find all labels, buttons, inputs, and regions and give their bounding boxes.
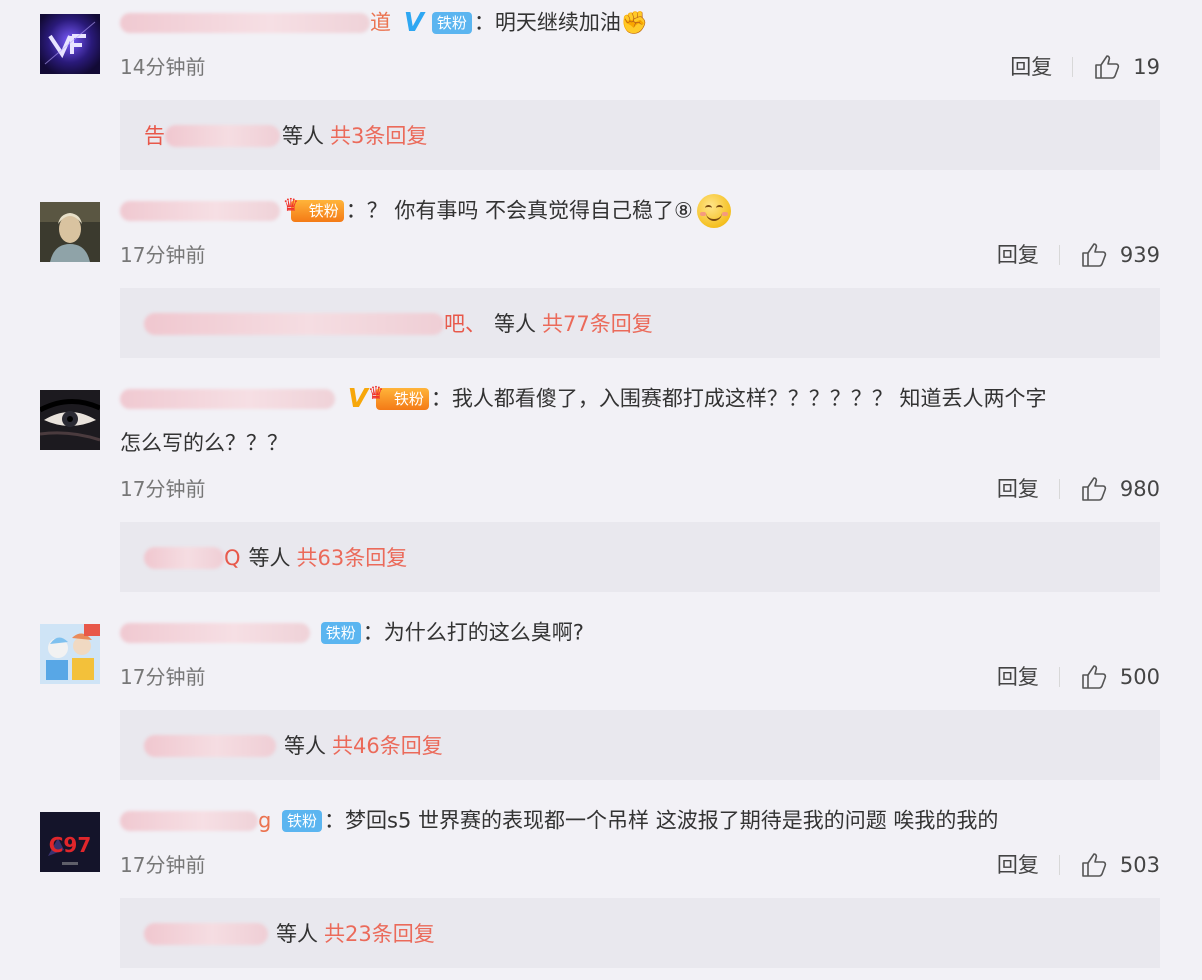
like-count: 980: [1119, 477, 1160, 501]
and-others-label: 等人: [284, 734, 326, 758]
thumbs-up-icon[interactable]: [1093, 53, 1121, 81]
user-avatar[interactable]: [40, 202, 100, 262]
muscle-emoji-icon: ✊: [620, 10, 649, 36]
user-avatar[interactable]: [40, 14, 100, 74]
divider: [1058, 667, 1060, 687]
like-count: 503: [1119, 853, 1160, 877]
reply-total-link[interactable]: 共3条回复: [330, 124, 427, 148]
username-blurred[interactable]: [120, 201, 280, 221]
comment-text: 为什么打的这么臭啊?: [383, 620, 584, 645]
divider: [1072, 57, 1074, 77]
reply-summary[interactable]: 等人 共23条回复: [120, 898, 1160, 968]
comment-time: 17分钟前: [120, 477, 206, 501]
fan-badge: 铁粉: [282, 810, 323, 832]
reply-summary[interactable]: 告 等人 共3条回复: [120, 100, 1160, 170]
username-blurred[interactable]: [120, 623, 310, 643]
fan-badge: 铁粉: [320, 622, 361, 644]
comment-time: 14分钟前: [120, 55, 206, 79]
divider: [1058, 479, 1060, 499]
like-count: 939: [1119, 243, 1160, 267]
thumbs-up-icon[interactable]: [1080, 663, 1108, 691]
comment-text: 我人都看傻了，入围赛都打成这样？？？？？？ 知道丢人两个字: [451, 386, 1047, 411]
avatar-image: [40, 202, 100, 262]
reply-summary[interactable]: 吧、 等人 共77条回复: [120, 288, 1160, 358]
thumbs-up-icon[interactable]: [1080, 241, 1108, 269]
reply-names-blurred: [144, 735, 276, 757]
user-avatar[interactable]: C97: [40, 812, 100, 872]
and-others-label: 等人: [282, 124, 324, 148]
reply-names: 吧、: [444, 312, 486, 336]
avatar-image: [40, 390, 100, 450]
divider: [1058, 855, 1060, 875]
reply-button[interactable]: 回复: [1010, 52, 1052, 82]
reply-names: Q: [224, 546, 241, 570]
fan-badge: ♛ 铁粉: [283, 195, 344, 222]
reply-names-blurred: [144, 547, 224, 569]
crown-icon: ♛: [282, 195, 299, 216]
reply-names-blurred: [144, 313, 444, 335]
avatar-image: [40, 624, 100, 684]
reply-total-link[interactable]: 共46条回复: [332, 734, 443, 758]
reply-total-link[interactable]: 共63条回复: [297, 546, 408, 570]
username-blurred[interactable]: [120, 811, 258, 831]
like-count: 500: [1119, 665, 1160, 689]
comment-time: 17分钟前: [120, 853, 206, 877]
fan-badge: ♛ 铁粉: [368, 383, 429, 410]
reply-names: 告: [144, 124, 165, 148]
reply-total-link[interactable]: 共77条回复: [542, 312, 653, 336]
divider: [1058, 245, 1060, 265]
avatar-image: [40, 14, 100, 74]
comment-text-continued: 怎么写的么？？？: [120, 431, 288, 455]
reply-button[interactable]: 回复: [997, 662, 1039, 692]
reply-button[interactable]: 回复: [997, 474, 1039, 504]
username-blurred[interactable]: [120, 389, 335, 409]
avatar-image: C97: [40, 812, 100, 872]
comment-time: 17分钟前: [120, 243, 206, 267]
colon: ：: [473, 10, 495, 35]
fan-badge-label: 铁粉: [393, 390, 424, 408]
user-avatar[interactable]: [40, 624, 100, 684]
verified-icon: V: [347, 384, 368, 414]
reply-summary[interactable]: Q 等人 共63条回复: [120, 522, 1160, 592]
reply-button[interactable]: 回复: [997, 850, 1039, 880]
svg-text:C97: C97: [49, 833, 92, 857]
colon: ：: [362, 620, 384, 645]
and-others-label: 等人: [248, 546, 291, 570]
reply-names-blurred: [165, 125, 280, 147]
and-others-label: 等人: [494, 312, 536, 336]
colon: ：: [430, 386, 452, 411]
comment-time: 17分钟前: [120, 665, 206, 689]
crown-icon: ♛: [367, 383, 384, 404]
and-others-label: 等人: [276, 922, 318, 946]
colon: ：: [324, 808, 346, 833]
fan-badge-label: 铁粉: [308, 202, 339, 220]
comment-text: ？ 你有事吗 不会真觉得自己稳了⑧: [366, 198, 693, 223]
colon: ：: [345, 198, 367, 223]
user-avatar[interactable]: [40, 390, 100, 450]
thumbs-up-icon[interactable]: [1080, 851, 1108, 879]
comment-text: 明天继续加油: [494, 10, 621, 35]
username-blurred[interactable]: [120, 13, 370, 33]
reply-summary[interactable]: 等人 共46条回复: [120, 710, 1160, 780]
reply-button[interactable]: 回复: [997, 240, 1039, 270]
reply-total-link[interactable]: 共23条回复: [324, 922, 435, 946]
smile-emoji-icon: [696, 194, 731, 228]
thumbs-up-icon[interactable]: [1080, 475, 1108, 503]
like-count: 19: [1133, 55, 1160, 79]
username-tail[interactable]: 道: [370, 11, 391, 35]
fan-badge: 铁粉: [431, 12, 472, 34]
comment-text: 梦回s5 世界赛的表现都一个吊样 这波报了期待是我的问题 唉我的我的: [345, 808, 999, 833]
verified-icon: V: [403, 8, 424, 38]
username-tail[interactable]: g: [258, 809, 271, 833]
reply-names-blurred: [144, 923, 268, 945]
